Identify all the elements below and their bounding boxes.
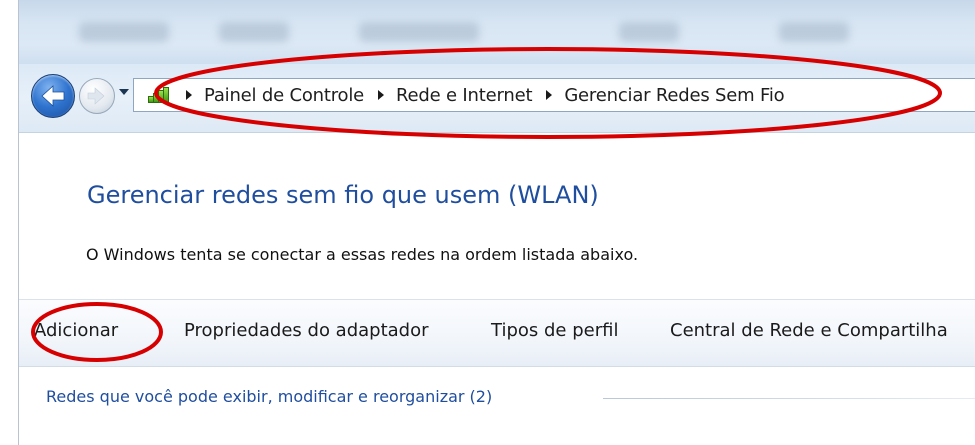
- breadcrumb-separator-icon[interactable]: [186, 90, 192, 100]
- networks-group-header[interactable]: Redes que você pode exibir, modificar e …: [46, 387, 492, 406]
- blurred-title-item: [779, 22, 849, 42]
- breadcrumb-rede-e-internet[interactable]: Rede e Internet: [396, 85, 532, 106]
- back-button[interactable]: [31, 74, 75, 118]
- profile-types-button[interactable]: Tipos de perfil: [491, 320, 618, 341]
- breadcrumb-separator-icon[interactable]: [378, 90, 385, 100]
- blurred-title-item: [619, 22, 679, 42]
- main-content: Gerenciar redes sem fio que usem (WLAN) …: [19, 133, 975, 445]
- page-title: Gerenciar redes sem fio que usem (WLAN): [87, 181, 599, 209]
- chevron-down-icon[interactable]: [119, 89, 129, 95]
- breadcrumb: Painel de Controle Rede e Internet Geren…: [182, 79, 785, 111]
- control-panel-window: Painel de Controle Rede e Internet Geren…: [18, 0, 975, 445]
- address-bar[interactable]: Painel de Controle Rede e Internet Geren…: [133, 78, 975, 112]
- back-arrow-icon: [41, 85, 65, 107]
- blurred-title-item: [79, 22, 169, 42]
- forward-arrow-icon: [87, 87, 105, 105]
- network-sharing-center-button[interactable]: Central de Rede e Compartilha: [670, 320, 948, 341]
- network-signal-icon: [148, 87, 172, 103]
- command-toolbar: Adicionar Propriedades do adaptador Tipo…: [19, 299, 975, 367]
- breadcrumb-painel-de-controle[interactable]: Painel de Controle: [204, 85, 364, 106]
- forward-button[interactable]: [79, 78, 115, 114]
- adapter-properties-button[interactable]: Propriedades do adaptador: [184, 320, 429, 341]
- title-bar: [19, 0, 975, 64]
- blurred-title-item: [219, 22, 289, 42]
- breadcrumb-gerenciar-redes-sem-fio[interactable]: Gerenciar Redes Sem Fio: [564, 85, 784, 106]
- page-description: O Windows tenta se conectar a essas rede…: [86, 245, 639, 264]
- breadcrumb-separator-icon[interactable]: [546, 90, 553, 100]
- blurred-title-item: [359, 22, 479, 42]
- add-button[interactable]: Adicionar: [34, 320, 118, 341]
- group-divider: [603, 398, 975, 399]
